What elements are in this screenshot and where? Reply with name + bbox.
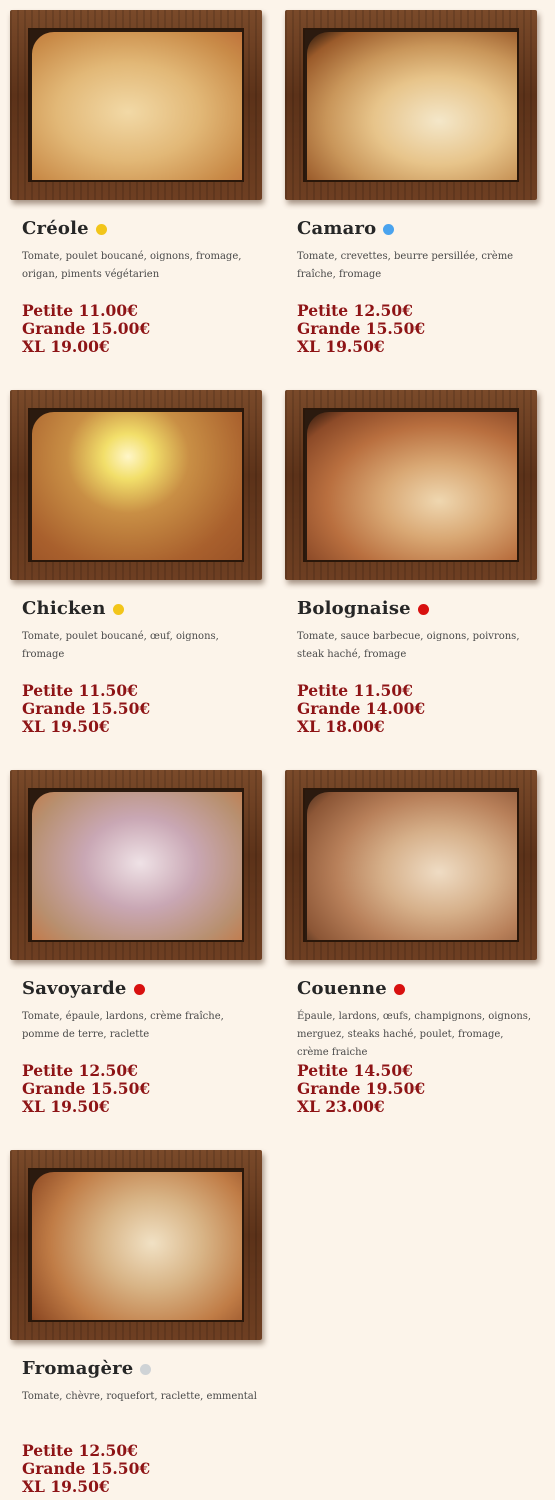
- price-petite: Petite 12.50€: [22, 1061, 138, 1080]
- category-dot-icon: [417, 604, 429, 615]
- category-dot-icon: [112, 604, 124, 615]
- pizza-description: Tomate, crevettes, beurre persillée, crè…: [297, 251, 514, 280]
- wooden-frame: [10, 770, 262, 960]
- pizza-description: Tomate, poulet boucané, œuf, oignons, fr…: [22, 631, 219, 660]
- price-xl: XL 19.50€: [297, 337, 385, 356]
- pizza-photo[interactable]: [303, 408, 519, 562]
- pizza-description: Tomate, chèvre, roquefort, raclette, emm…: [22, 1391, 257, 1402]
- price-petite: Petite 12.50€: [22, 1441, 138, 1460]
- category-dot-icon: [133, 984, 145, 995]
- price-list: Petite 12.50€ Grande 15.50€ XL 19.50€: [297, 302, 425, 356]
- price-list: Petite 12.50€ Grande 15.50€ XL 19.50€: [22, 1442, 150, 1496]
- pizza-photo[interactable]: [303, 788, 519, 942]
- wooden-frame: [10, 10, 262, 200]
- wooden-frame: [285, 10, 537, 200]
- category-dot-icon: [140, 1364, 152, 1375]
- price-grande: Grande 19.50€: [297, 1079, 426, 1098]
- price-petite: Petite 11.50€: [22, 681, 138, 700]
- pizza-name: Camaro: [297, 218, 377, 239]
- price-xl: XL 23.00€: [297, 1097, 385, 1116]
- price-xl: XL 19.50€: [22, 717, 110, 736]
- price-xl: XL 19.00€: [22, 337, 110, 356]
- price-grande: Grande 15.50€: [22, 1459, 151, 1478]
- category-dot-icon: [393, 984, 405, 995]
- price-petite: Petite 12.50€: [297, 301, 413, 320]
- pizza-description: Tomate, épaule, lardons, crème fraîche, …: [22, 1011, 224, 1040]
- pizza-photo[interactable]: [28, 408, 244, 562]
- wooden-frame: [10, 390, 262, 580]
- price-grande: Grande 15.50€: [22, 1079, 151, 1098]
- price-petite: Petite 11.00€: [22, 301, 138, 320]
- pizza-name: Bolognaise: [297, 598, 411, 619]
- pizza-photo[interactable]: [303, 28, 519, 182]
- pizza-name: Couenne: [297, 978, 387, 999]
- price-grande: Grande 15.50€: [22, 699, 151, 718]
- price-xl: XL 19.50€: [22, 1477, 110, 1496]
- price-petite: Petite 11.50€: [297, 681, 413, 700]
- price-grande: Grande 14.00€: [297, 699, 426, 718]
- category-dot-icon: [383, 224, 395, 235]
- price-xl: XL 18.00€: [297, 717, 385, 736]
- pizza-photo[interactable]: [28, 1168, 244, 1322]
- pizza-description: Tomate, sauce barbecue, oignons, poivron…: [297, 631, 520, 660]
- category-dot-icon: [95, 224, 107, 235]
- pizza-description: Épaule, lardons, œufs, champignons, oign…: [297, 1011, 532, 1058]
- price-list: Petite 14.50€ Grande 19.50€ XL 23.00€: [297, 1062, 425, 1116]
- pizza-description: Tomate, poulet boucané, oignons, fromage…: [22, 251, 242, 280]
- price-grande: Grande 15.50€: [297, 319, 426, 338]
- price-list: Petite 11.50€ Grande 14.00€ XL 18.00€: [297, 682, 425, 736]
- price-petite: Petite 14.50€: [297, 1061, 413, 1080]
- pizza-name: Créole: [22, 218, 89, 239]
- pizza-name: Savoyarde: [22, 978, 127, 999]
- price-list: Petite 12.50€ Grande 15.50€ XL 19.50€: [22, 1062, 150, 1116]
- wooden-frame: [285, 390, 537, 580]
- pizza-name: Fromagère: [22, 1358, 134, 1379]
- pizza-photo[interactable]: [28, 788, 244, 942]
- price-list: Petite 11.00€ Grande 15.00€ XL 19.00€: [22, 302, 150, 356]
- price-list: Petite 11.50€ Grande 15.50€ XL 19.50€: [22, 682, 150, 736]
- wooden-frame: [285, 770, 537, 960]
- price-xl: XL 19.50€: [22, 1097, 110, 1116]
- price-grande: Grande 15.00€: [22, 319, 151, 338]
- pizza-name: Chicken: [22, 598, 106, 619]
- wooden-frame: [10, 1150, 262, 1340]
- pizza-photo[interactable]: [28, 28, 244, 182]
